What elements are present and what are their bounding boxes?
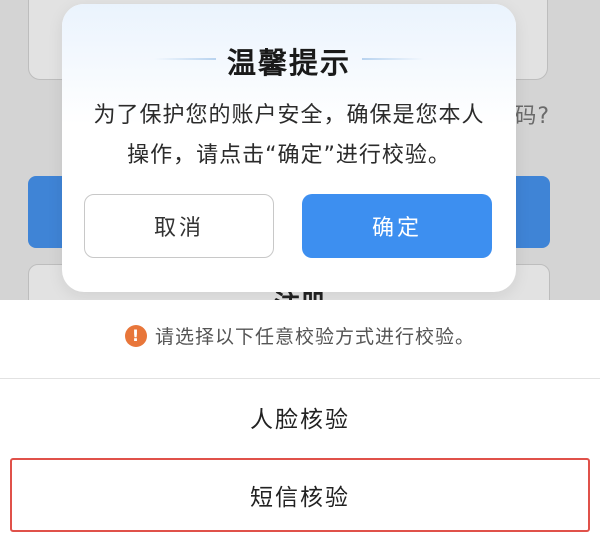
sms-verification-option[interactable]: 短信核验 bbox=[10, 458, 590, 532]
confirm-button[interactable]: 确定 bbox=[302, 194, 492, 258]
warning-icon: ! bbox=[124, 324, 147, 347]
sheet-notice-text: 请选择以下任意校验方式进行校验。 bbox=[154, 326, 475, 348]
cancel-button[interactable]: 取消 bbox=[84, 194, 274, 258]
dialog-message-line-1: 为了保护您的账户安全，确保是您本人 bbox=[93, 103, 485, 128]
sheet-divider bbox=[0, 378, 600, 379]
sheet-notice: ! 请选择以下任意校验方式进行校验。 bbox=[0, 322, 600, 349]
verification-dialog: 温馨提示 为了保护您的账户安全，确保是您本人 操作，请点击“确定”进行校验。 取… bbox=[62, 4, 516, 292]
dialog-title: 温馨提示 bbox=[226, 46, 351, 80]
background-forgot-password-link: 码? bbox=[514, 104, 550, 129]
face-verification-option[interactable]: 人脸核验 bbox=[0, 380, 600, 454]
dialog-message-line-2: 操作，请点击“确定”进行校验。 bbox=[127, 143, 451, 168]
dialog-message: 为了保护您的账户安全，确保是您本人 操作，请点击“确定”进行校验。 bbox=[90, 96, 488, 176]
verification-method-sheet: ! 请选择以下任意校验方式进行校验。 人脸核验 短信核验 bbox=[0, 300, 600, 533]
